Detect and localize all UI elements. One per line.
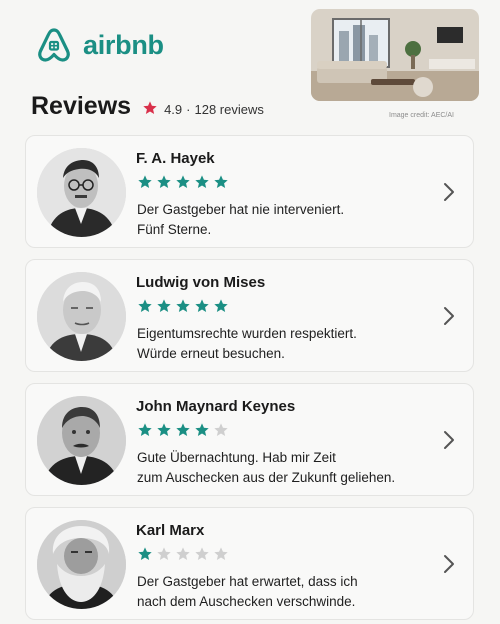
review-text: Eigentumsrechte wurden respektiert. Würd… [137, 324, 457, 364]
listing-photo[interactable] [311, 9, 479, 101]
star-icon [143, 101, 157, 114]
page-title: Reviews [31, 92, 132, 120]
star-filled-icon [214, 175, 228, 188]
star-filled-icon [195, 175, 209, 188]
star-rating [137, 546, 229, 562]
star-filled-icon [176, 299, 190, 312]
review-line: Der Gastgeber hat nie interveniert. [137, 202, 345, 217]
review-count[interactable]: 128 reviews [194, 102, 263, 117]
review-card[interactable]: F. A. Hayek Der Gastgeber hat nie interv… [25, 135, 474, 248]
star-empty-icon [176, 547, 190, 560]
star-filled-icon [176, 423, 190, 436]
star-empty-icon [214, 547, 228, 560]
star-filled-icon [138, 299, 152, 312]
avatar [37, 148, 126, 237]
review-line: Fünf Sterne. [137, 222, 212, 237]
star-filled-icon [157, 175, 171, 188]
review-card[interactable]: John Maynard Keynes Gute Übernachtung. H… [25, 383, 474, 496]
reviewer-photo [37, 396, 126, 485]
avatar [37, 520, 126, 609]
star-filled-icon [195, 299, 209, 312]
chevron-right-icon[interactable] [443, 554, 455, 574]
reviews-header: Reviews 4.9 · 128 reviews [31, 92, 264, 121]
reviewer-name: John Maynard Keynes [136, 398, 296, 415]
chevron-right-icon[interactable] [443, 306, 455, 326]
star-filled-icon [138, 547, 152, 560]
reviewer-photo [37, 520, 126, 609]
star-filled-icon [195, 423, 209, 436]
chevron-right-icon[interactable] [443, 430, 455, 450]
brand-name: airbnb [83, 29, 164, 60]
chevron-right-icon[interactable] [443, 182, 455, 202]
reviewer-name: Karl Marx [136, 522, 205, 539]
star-filled-icon [138, 423, 152, 436]
star-filled-icon [157, 423, 171, 436]
airbnb-logo-icon [38, 28, 70, 62]
star-filled-icon [214, 299, 228, 312]
review-text: Der Gastgeber hat nie interveniert. Fünf… [137, 200, 457, 240]
review-line: Der Gastgeber hat erwartet, dass ich [137, 574, 358, 589]
avatar [37, 272, 126, 361]
star-rating [137, 298, 229, 314]
star-filled-icon [138, 175, 152, 188]
reviewer-name: Ludwig von Mises [136, 274, 266, 291]
review-text: Der Gastgeber hat erwartet, dass ich nac… [137, 572, 457, 612]
avatar [37, 396, 126, 485]
star-filled-icon [176, 175, 190, 188]
reviewer-photo [37, 272, 126, 361]
review-card[interactable]: Ludwig von Mises Eigentumsrechte wurden … [25, 259, 474, 372]
living-room-image [311, 9, 479, 101]
star-rating [137, 422, 229, 438]
star-rating [137, 174, 229, 190]
star-empty-icon [195, 547, 209, 560]
airbnb-logo[interactable]: airbnb [34, 26, 164, 64]
review-text: Gute Übernachtung. Hab mir Zeit zum Ausc… [137, 448, 457, 488]
review-line: Gute Übernachtung. Hab mir Zeit [137, 450, 336, 465]
average-rating: 4.9 [164, 102, 183, 117]
review-line: zum Auschecken aus der Zukunft geliehen. [137, 470, 396, 485]
reviews-page: airbnb Image credit: AEC/AI Reviews 4.9 … [0, 0, 500, 624]
image-credit: Image credit: AEC/AI [389, 112, 454, 119]
star-filled-icon [157, 299, 171, 312]
star-empty-icon [214, 423, 228, 436]
rating-separator: · [186, 102, 191, 117]
review-line: Eigentumsrechte wurden respektiert. [137, 326, 357, 341]
review-card[interactable]: Karl Marx Der Gastgeber hat erwartet, da… [25, 507, 474, 620]
review-line: Würde erneut besuchen. [137, 346, 285, 361]
reviewer-photo [37, 148, 126, 237]
review-line: nach dem Auschecken verschwinde. [137, 594, 356, 609]
star-empty-icon [157, 547, 171, 560]
reviewer-name: F. A. Hayek [136, 150, 215, 167]
